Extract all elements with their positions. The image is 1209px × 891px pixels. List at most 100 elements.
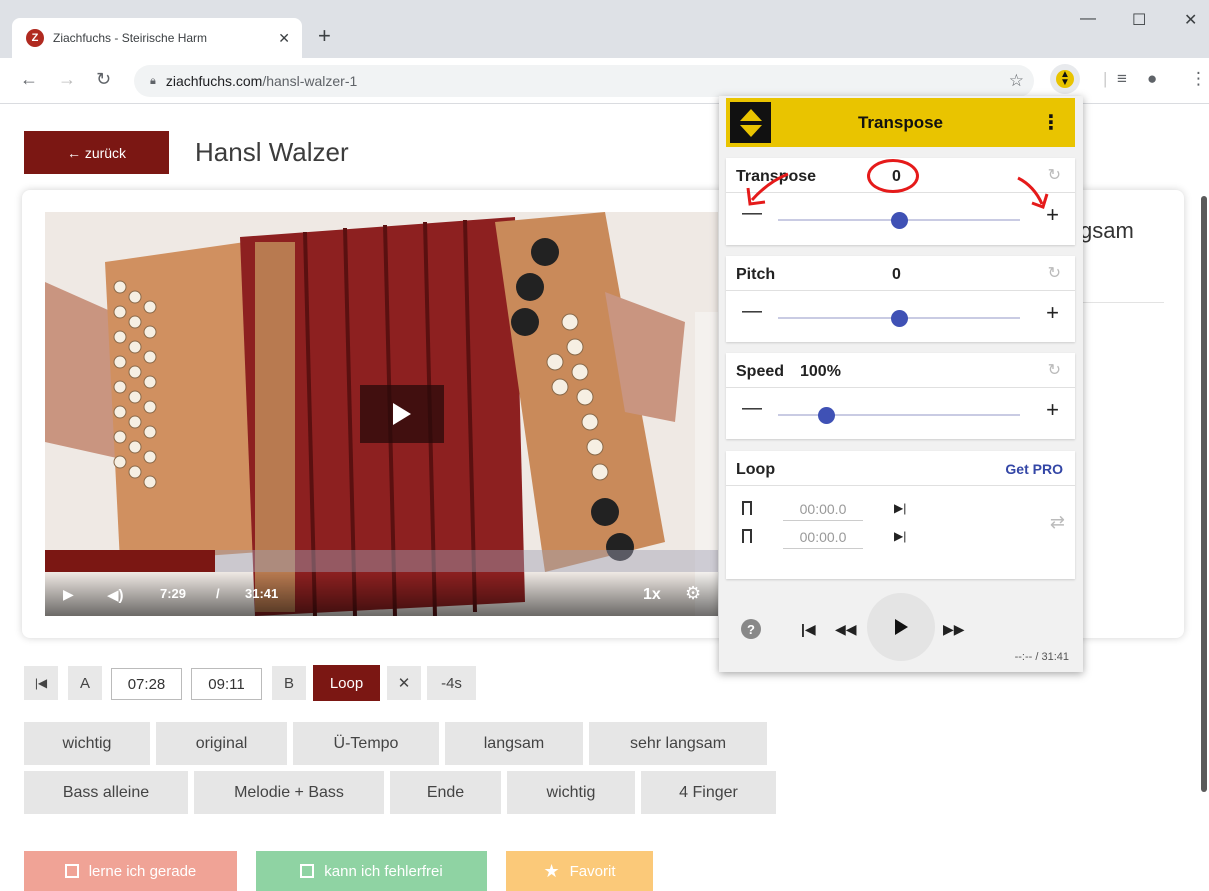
rewind-4s-button[interactable]: -4s	[427, 666, 476, 700]
chapter-button[interactable]: langsam	[445, 722, 583, 765]
browser-tab[interactable]: Z Ziachfuchs - Steirische Harm ✕	[12, 18, 302, 58]
set-b-button[interactable]: B	[272, 666, 306, 700]
bookmark-icon[interactable]	[742, 501, 752, 515]
tab-bar: Z Ziachfuchs - Steirische Harm ✕ + — ☐ ✕	[0, 0, 1209, 58]
minimize-icon[interactable]: —	[1080, 10, 1096, 28]
loop-button[interactable]: Loop	[313, 665, 380, 701]
speed-slider-thumb[interactable]	[818, 407, 836, 424]
media-queue-icon[interactable]: ≡	[1117, 69, 1127, 89]
set-a-button[interactable]: A	[68, 666, 102, 700]
learning-status-button[interactable]: lerne ich gerade	[24, 851, 237, 891]
chapter-button[interactable]: sehr langsam	[589, 722, 767, 765]
video-duration: 31:41	[245, 586, 279, 601]
loop-label: Loop	[736, 461, 776, 478]
loop-start-row: 00:00.0 ▶|	[726, 497, 1075, 523]
pitch-plus-button[interactable]: +	[1046, 300, 1059, 326]
back-button[interactable]: ← zurück	[24, 131, 169, 174]
annotation-circle	[867, 159, 919, 193]
maximize-icon[interactable]: ☐	[1132, 10, 1146, 30]
loop-panel: Loop Get PRO 00:00.0 ▶| 00:00.0 ▶|	[726, 451, 1075, 579]
browser-menu-icon[interactable]: ⋮	[1190, 69, 1207, 89]
settings-gear-icon[interactable]: ⚙	[685, 583, 701, 604]
speed-plus-button[interactable]: +	[1046, 397, 1059, 423]
a-time-input[interactable]: 07:28	[111, 668, 182, 700]
skip-to-start-button[interactable]: |◀	[24, 666, 58, 700]
popup-header: Transpose ⋮	[726, 98, 1075, 147]
skip-next-icon[interactable]: ▶|	[894, 501, 906, 515]
loop-start-input[interactable]: 00:00.0	[783, 497, 863, 521]
favorite-label: Favorit	[569, 862, 616, 880]
b-time-input[interactable]: 09:11	[191, 668, 262, 700]
pitch-value: 0	[892, 266, 901, 283]
star-icon: ★	[543, 860, 560, 881]
video-current-time: 7:29	[160, 586, 187, 601]
reload-icon[interactable]: ↻	[96, 69, 111, 90]
playback-speed-button[interactable]: 1x	[643, 586, 661, 604]
speed-panel-header: Speed 100% ↻	[726, 353, 1075, 388]
chapter-button[interactable]: wichtig	[507, 771, 635, 814]
back-arrow-icon[interactable]: ←	[20, 69, 38, 90]
video-play-overlay[interactable]	[360, 385, 444, 443]
transpose-extension-button[interactable]: ▲ ▼	[1050, 64, 1080, 94]
repeat-icon[interactable]: ⇄	[1050, 512, 1065, 533]
volume-icon[interactable]: ◀)	[107, 586, 124, 604]
favorite-button[interactable]: ★ Favorit	[506, 851, 653, 891]
help-icon[interactable]: ?	[741, 619, 761, 639]
play-icon	[393, 403, 411, 425]
card-divider	[1080, 302, 1164, 303]
tab-close-icon[interactable]: ✕	[278, 30, 290, 47]
loop-end-input[interactable]: 00:00.0	[783, 525, 863, 549]
chapter-button[interactable]: wichtig	[24, 722, 150, 765]
checkbox-icon	[64, 864, 79, 878]
rewind-icon[interactable]: ◀◀	[835, 621, 857, 638]
chapter-button[interactable]: Ü-Tempo	[293, 722, 439, 765]
speed-minus-button[interactable]: —	[742, 397, 762, 420]
skip-start-icon: |◀	[34, 676, 48, 690]
bookmark-star-icon[interactable]: ☆	[1009, 71, 1024, 91]
chapter-button[interactable]: original	[156, 722, 287, 765]
skip-next-icon[interactable]: ▶|	[894, 529, 906, 543]
window-close-icon[interactable]: ✕	[1184, 10, 1197, 30]
new-tab-icon[interactable]: +	[318, 25, 331, 47]
chapter-button[interactable]: Melodie + Bass	[194, 771, 384, 814]
reset-icon[interactable]: ↻	[1048, 263, 1061, 283]
chapter-button[interactable]: 4 Finger	[641, 771, 776, 814]
tab-title: Ziachfuchs - Steirische Harm	[53, 31, 208, 45]
pitch-slider-thumb[interactable]	[891, 310, 908, 327]
fast-forward-icon[interactable]: ▶▶	[943, 621, 965, 638]
video-time-separator: /	[216, 586, 220, 601]
popup-menu-icon[interactable]: ⋮	[1041, 110, 1061, 135]
reset-icon[interactable]: ↻	[1048, 360, 1061, 380]
video-player[interactable]: ▶ ◀) 7:29 / 31:41 1x ⚙	[45, 212, 718, 616]
chapter-button[interactable]: Bass alleine	[24, 771, 188, 814]
video-progress-fill	[45, 550, 215, 572]
video-play-icon[interactable]: ▶	[63, 586, 74, 603]
learning-label: lerne ich gerade	[88, 862, 197, 880]
popup-title: Transpose	[857, 112, 944, 132]
bookmark-icon[interactable]	[742, 529, 752, 543]
loop-panel-header: Loop Get PRO	[726, 451, 1075, 486]
site-favicon: Z	[26, 29, 44, 47]
get-pro-link[interactable]: Get PRO	[1005, 461, 1063, 477]
profile-avatar-icon[interactable]: ●	[1147, 69, 1157, 89]
pitch-panel-header: Pitch 0 ↻	[726, 256, 1075, 291]
card-side-text: gsam	[1080, 218, 1134, 243]
mastered-status-button[interactable]: kann ich fehlerfrei	[256, 851, 487, 891]
play-icon	[895, 619, 908, 635]
toolbar-divider: |	[1103, 69, 1108, 88]
speed-slider[interactable]	[778, 414, 1020, 416]
forward-arrow-icon[interactable]: →	[58, 69, 76, 90]
pitch-minus-button[interactable]: —	[742, 300, 762, 323]
annotation-arrow-right	[1017, 176, 1049, 209]
transpose-slider-thumb[interactable]	[891, 212, 908, 229]
address-bar[interactable]: 🔒︎ ziachfuchs.com /hansl-walzer-1 ☆	[134, 65, 1034, 97]
video-progress-bar[interactable]	[45, 550, 718, 572]
clear-loop-button[interactable]: ✕	[387, 666, 421, 700]
mastered-label: kann ich fehlerfrei	[324, 862, 443, 880]
page-scrollbar[interactable]	[1201, 196, 1207, 792]
checkbox-icon	[300, 864, 315, 878]
chapter-button[interactable]: Ende	[390, 771, 501, 814]
popup-play-button[interactable]	[867, 593, 935, 661]
url-host: ziachfuchs.com	[165, 73, 263, 89]
skip-to-start-icon[interactable]: |◀	[801, 621, 816, 638]
